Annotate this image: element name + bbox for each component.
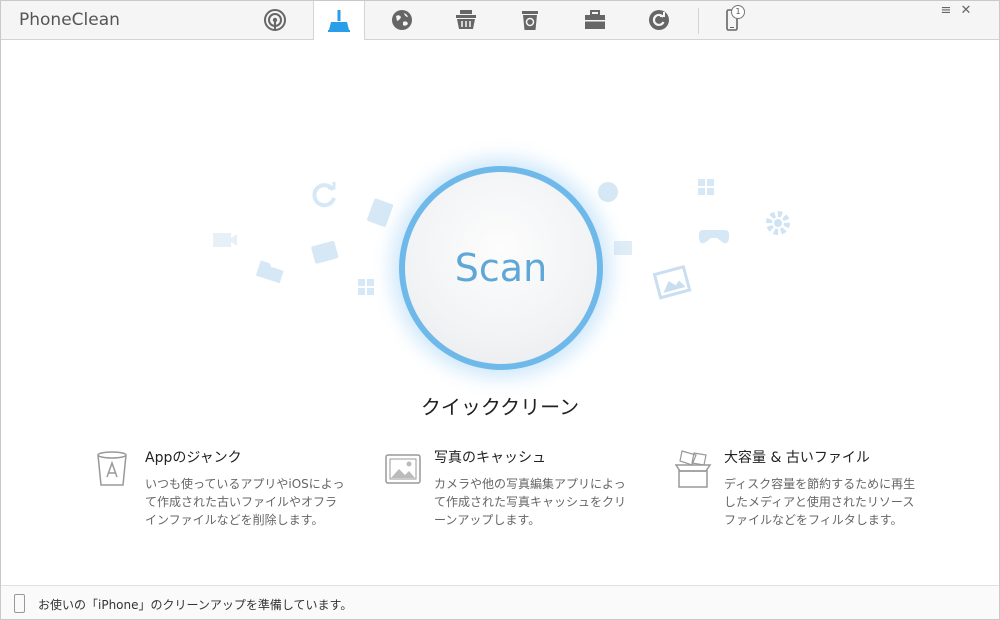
device-status-icon	[14, 594, 25, 613]
document-icon	[366, 198, 396, 228]
tab-internet[interactable]	[377, 1, 427, 39]
section-title: クイッククリーン	[420, 395, 580, 419]
tab-signal[interactable]	[250, 1, 300, 39]
tab-clean[interactable]	[313, 1, 365, 40]
recycle-bin-icon	[522, 11, 538, 30]
grid-icon	[697, 178, 715, 196]
toolbox-icon	[585, 10, 605, 29]
feature-description: いつも使っているアプリやiOSによって作成された古いファイルやオフラインファイル…	[145, 477, 345, 527]
tab-separator	[698, 8, 699, 34]
windows-icon	[357, 278, 375, 296]
app-window: PhoneClean 1 ≡ ✕ Scan クイッククリーン Appのジャンク …	[0, 0, 1000, 620]
tab-restore[interactable]	[634, 1, 684, 39]
image-icon	[653, 262, 693, 302]
app-title: PhoneClean	[19, 10, 120, 30]
gamepad-icon	[697, 224, 731, 248]
signal-icon	[264, 9, 286, 31]
picture-small-icon	[613, 240, 633, 256]
photo-icon	[385, 454, 421, 484]
tab-toolbox[interactable]	[570, 1, 620, 39]
feature-title: 写真のキャッシュ	[434, 450, 546, 466]
device-count-badge: 1	[731, 5, 745, 19]
scan-label: Scan	[454, 246, 548, 290]
close-button[interactable]: ✕	[958, 3, 974, 18]
feature-title: Appのジャンク	[145, 450, 242, 466]
globe-icon	[392, 10, 412, 30]
broom-icon	[328, 9, 350, 32]
status-text: お使いの「iPhone」のクリーンアップを準備しています。	[38, 598, 353, 612]
scan-button[interactable]: Scan	[405, 172, 597, 364]
basket-icon	[456, 10, 476, 29]
status-bar: お使いの「iPhone」のクリーンアップを準備しています。	[1, 585, 999, 619]
title-bar: PhoneClean 1 ≡ ✕	[1, 1, 999, 40]
trash-app-icon	[97, 451, 127, 486]
settings-gear-icon	[763, 208, 793, 238]
tab-recycle[interactable]	[505, 1, 555, 39]
box-icon	[674, 450, 712, 488]
feature-description: カメラや他の写真編集アプリによって作成された写真キャッシュをクリーンアップします…	[434, 477, 627, 527]
menu-button[interactable]: ≡	[938, 3, 954, 18]
feature-title: 大容量 & 古いファイル	[724, 450, 870, 466]
folder-icon	[255, 258, 287, 284]
scan-ring: Scan	[399, 166, 603, 370]
chat-icon	[596, 180, 622, 206]
video-icon	[211, 230, 239, 250]
tab-junk[interactable]	[441, 1, 491, 39]
refresh-icon	[309, 180, 339, 210]
restore-icon	[649, 10, 669, 30]
card-icon	[311, 240, 341, 266]
feature-description: ディスク容量を節約するために再生したメディアと使用されたリソースファイルなどをフ…	[724, 477, 916, 527]
